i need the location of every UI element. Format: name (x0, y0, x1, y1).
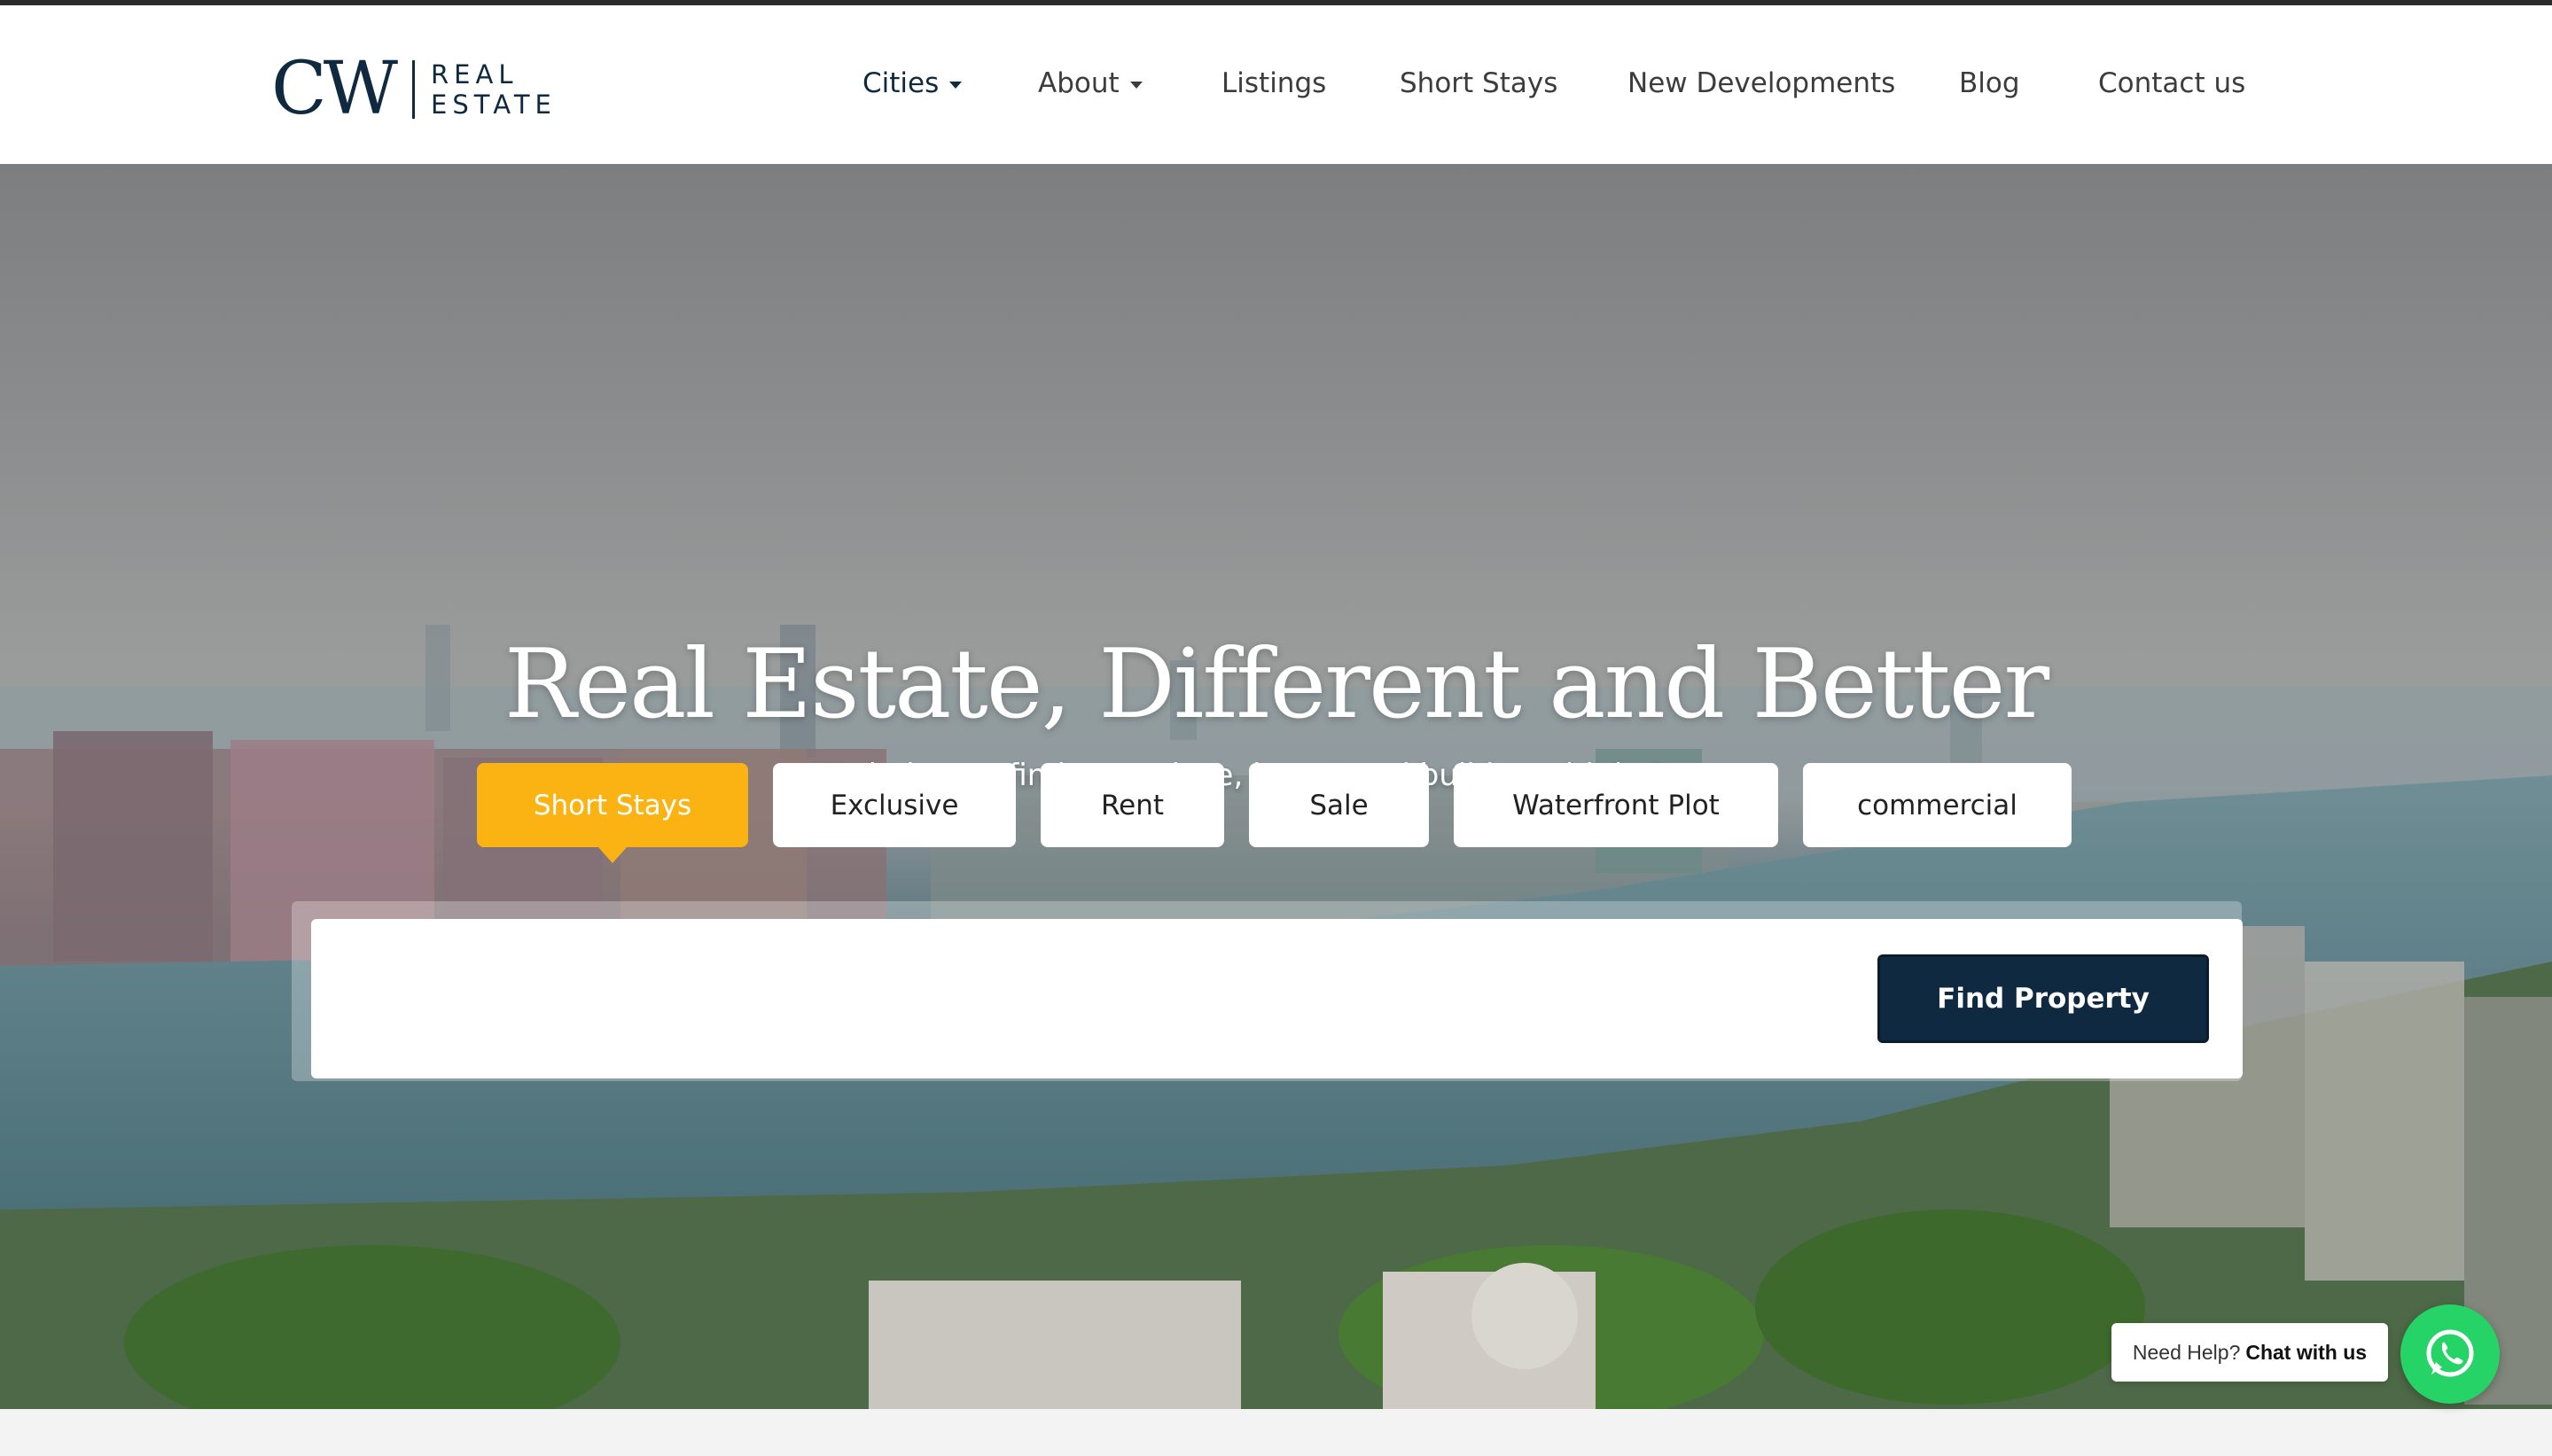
tab-short-stays[interactable]: Short Stays (477, 763, 748, 847)
search-input[interactable] (338, 954, 1845, 1043)
nav-item-label: New Developments (1627, 67, 1896, 99)
hero-title: Real Estate, Different and Better (503, 629, 2049, 740)
nav-item-label: Cities (862, 67, 940, 99)
nav-item-contact-us[interactable]: Contact us (2098, 67, 2245, 99)
main-nav: Cities About Listings Short Stays New De… (0, 67, 2552, 112)
chat-help-cta: Chat with us (2245, 1340, 2368, 1364)
tab-rent[interactable]: Rent (1041, 763, 1224, 847)
tab-sale[interactable]: Sale (1249, 763, 1429, 847)
nav-item-label: Blog (1959, 67, 2020, 99)
nav-item-cities[interactable]: Cities (862, 67, 963, 99)
search-box: Find Property (311, 919, 2243, 1078)
whatsapp-chat-button[interactable] (2400, 1304, 2500, 1404)
tab-commercial[interactable]: commercial (1803, 763, 2072, 847)
nav-item-listings[interactable]: Listings (1221, 67, 1326, 99)
nav-item-short-stays[interactable]: Short Stays (1400, 67, 1557, 99)
nav-item-blog[interactable]: Blog (1959, 67, 2020, 99)
chevron-down-icon (1129, 82, 1143, 89)
chat-help-bubble[interactable]: Need Help? Chat with us (2111, 1323, 2388, 1382)
page-section-below-hero (0, 1409, 2552, 1456)
whatsapp-icon (2426, 1329, 2474, 1377)
chevron-down-icon (949, 82, 963, 89)
nav-item-label: About (1038, 67, 1120, 99)
chat-help-prefix: Need Help? (2132, 1340, 2241, 1364)
nav-item-label: Listings (1221, 67, 1327, 99)
site-header: CW REAL ESTATE Cities About Listings Sho… (0, 5, 2552, 164)
nav-item-new-developments[interactable]: New Developments (1627, 67, 1895, 99)
tab-exclusive[interactable]: Exclusive (773, 763, 1016, 847)
find-property-button[interactable]: Find Property (1877, 954, 2209, 1043)
nav-item-label: Short Stays (1400, 67, 1558, 99)
tab-waterfront-plot[interactable]: Waterfront Plot (1454, 763, 1778, 847)
nav-item-label: Contact us (2098, 67, 2246, 99)
nav-item-about[interactable]: About (1038, 67, 1143, 99)
